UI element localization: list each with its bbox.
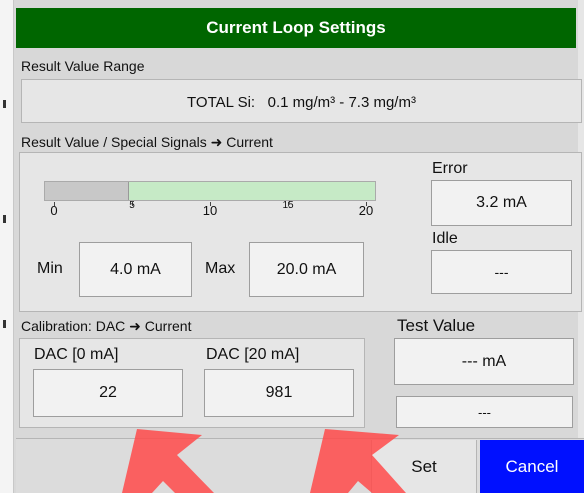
max-label: Max: [205, 260, 236, 277]
window-edge-left: [0, 0, 14, 493]
test-value-label: Test Value: [397, 316, 476, 335]
result-range-label: Result Value Range: [21, 58, 145, 74]
scale-tick-label: 0: [50, 203, 58, 218]
mapping-label: Result Value / Special Signals ➜ Current: [21, 134, 273, 150]
scale-tick-label: 20: [358, 203, 374, 218]
idle-label: Idle: [432, 230, 458, 247]
dac0-field[interactable]: 22: [33, 369, 183, 417]
min-label: Min: [37, 260, 63, 277]
test-value-secondary: ---: [396, 396, 573, 428]
current-range-bar-fill: [45, 182, 129, 200]
scale-tick-label: 15: [282, 200, 294, 211]
result-range-display: TOTAL Si: 0.1 mg/m³ - 7.3 mg/m³: [21, 79, 582, 123]
error-current-field[interactable]: 3.2 mA: [431, 180, 572, 226]
dac0-label: DAC [0 mA]: [34, 346, 119, 363]
dac20-field[interactable]: 981: [204, 369, 354, 417]
dialog-title: Current Loop Settings: [16, 8, 576, 48]
scale-tick-label: 5: [129, 200, 135, 211]
current-range-bar: [44, 181, 376, 201]
idle-current-field[interactable]: ---: [431, 250, 572, 294]
min-current-field[interactable]: 4.0 mA: [79, 242, 192, 297]
scale-tick-label: 10: [202, 203, 218, 218]
max-current-field[interactable]: 20.0 mA: [249, 242, 364, 297]
result-range-value: TOTAL Si: 0.1 mg/m³ - 7.3 mg/m³: [187, 93, 416, 111]
calibration-label: Calibration: DAC ➜ Current: [21, 318, 192, 334]
test-value-field[interactable]: --- mA: [394, 338, 574, 385]
set-button[interactable]: Set: [371, 440, 477, 493]
cancel-button[interactable]: Cancel: [480, 440, 584, 493]
dac20-label: DAC [20 mA]: [206, 346, 300, 363]
error-label: Error: [432, 160, 468, 177]
